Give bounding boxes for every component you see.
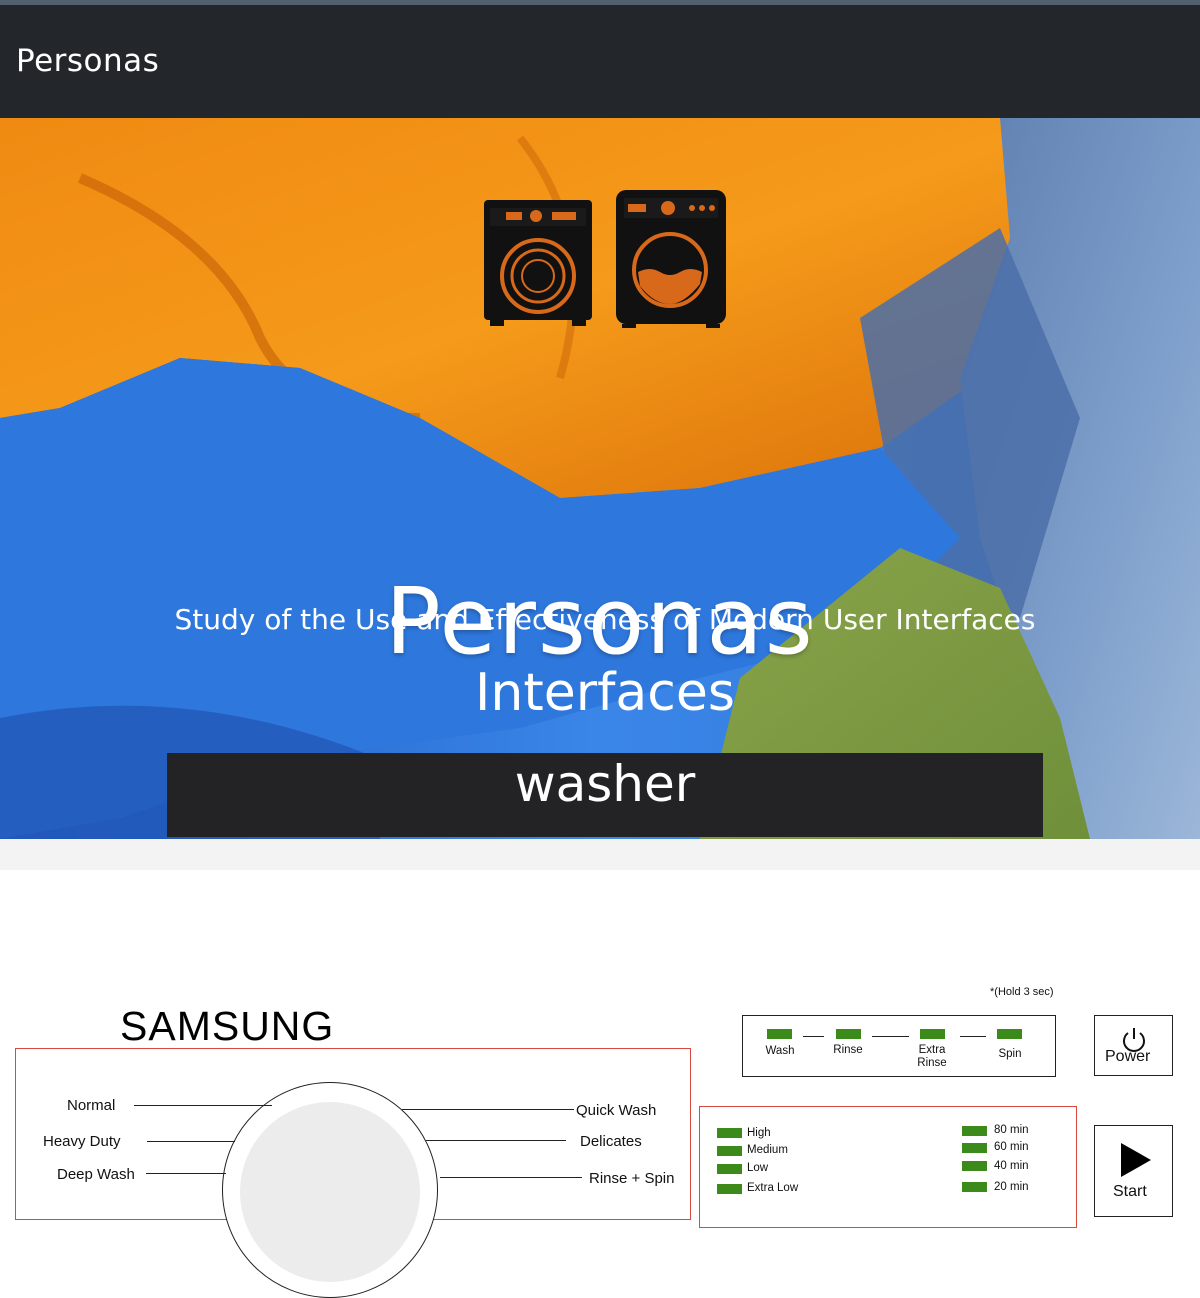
time-80[interactable]: 80 min [994,1124,1029,1136]
cycle-rinse-spin[interactable]: Rinse + Spin [589,1170,674,1187]
soil-light-low [717,1164,742,1174]
start-label: Start [1113,1183,1147,1200]
stage-label-extra-rinse: Extra Rinse [917,1044,947,1069]
stage-connector [803,1036,824,1037]
leader-line [402,1109,574,1110]
hero-banner: Personas Study of the Use and Effectiven… [0,118,1200,839]
cycle-dial-center [240,1102,420,1282]
section-divider [0,839,1200,870]
hold-note: *(Hold 3 sec) [990,986,1054,998]
cycle-normal[interactable]: Normal [67,1097,115,1114]
power-button[interactable]: Power [1094,1015,1173,1076]
time-light-20 [962,1182,987,1192]
time-20[interactable]: 20 min [994,1181,1029,1193]
time-60[interactable]: 60 min [994,1141,1029,1153]
leader-line [134,1105,272,1106]
stage-label-wash: Wash [765,1045,795,1057]
panel-brand: SAMSUNG [120,1003,335,1049]
stage-light-rinse [836,1029,861,1039]
stage-label-spin: Spin [998,1048,1022,1060]
soil-low[interactable]: Low [747,1162,768,1174]
play-icon [1121,1143,1151,1177]
stage-connector [960,1036,986,1037]
tab-washer[interactable]: washer [167,755,1043,813]
time-40[interactable]: 40 min [994,1160,1029,1172]
leader-line [426,1140,566,1141]
time-light-60 [962,1143,987,1153]
leader-line [146,1173,226,1174]
soil-extra-low[interactable]: Extra Low [747,1182,798,1194]
cycle-heavy-duty[interactable]: Heavy Duty [43,1133,121,1150]
soil-high[interactable]: High [747,1127,771,1139]
navbar-brand[interactable]: Personas [16,43,159,79]
section-heading: Interfaces [475,663,735,723]
stage-light-spin [997,1029,1022,1039]
leader-line [147,1141,235,1142]
cycle-delicates[interactable]: Delicates [580,1133,642,1150]
time-light-80 [962,1126,987,1136]
washing-machines-icon [484,190,726,328]
stage-light-wash [767,1029,792,1039]
stage-label-rinse: Rinse [833,1044,863,1056]
start-button[interactable]: Start [1094,1125,1173,1217]
cycle-quick-wash[interactable]: Quick Wash [576,1102,656,1119]
cycle-deep-wash[interactable]: Deep Wash [57,1166,135,1183]
soil-light-medium [717,1146,742,1156]
stage-connector [872,1036,909,1037]
leader-line [440,1177,582,1178]
power-label: Power [1105,1048,1151,1065]
stage-light-extra-rinse [920,1029,945,1039]
time-light-40 [962,1161,987,1171]
soil-light-high [717,1128,742,1138]
hero-subtitle: Study of the Use and Effectiveness of Mo… [174,603,1036,636]
tab-bar: washer [167,753,1043,837]
navbar: Personas [0,5,1200,118]
soil-light-extra-low [717,1184,742,1194]
soil-medium[interactable]: Medium [747,1144,788,1156]
